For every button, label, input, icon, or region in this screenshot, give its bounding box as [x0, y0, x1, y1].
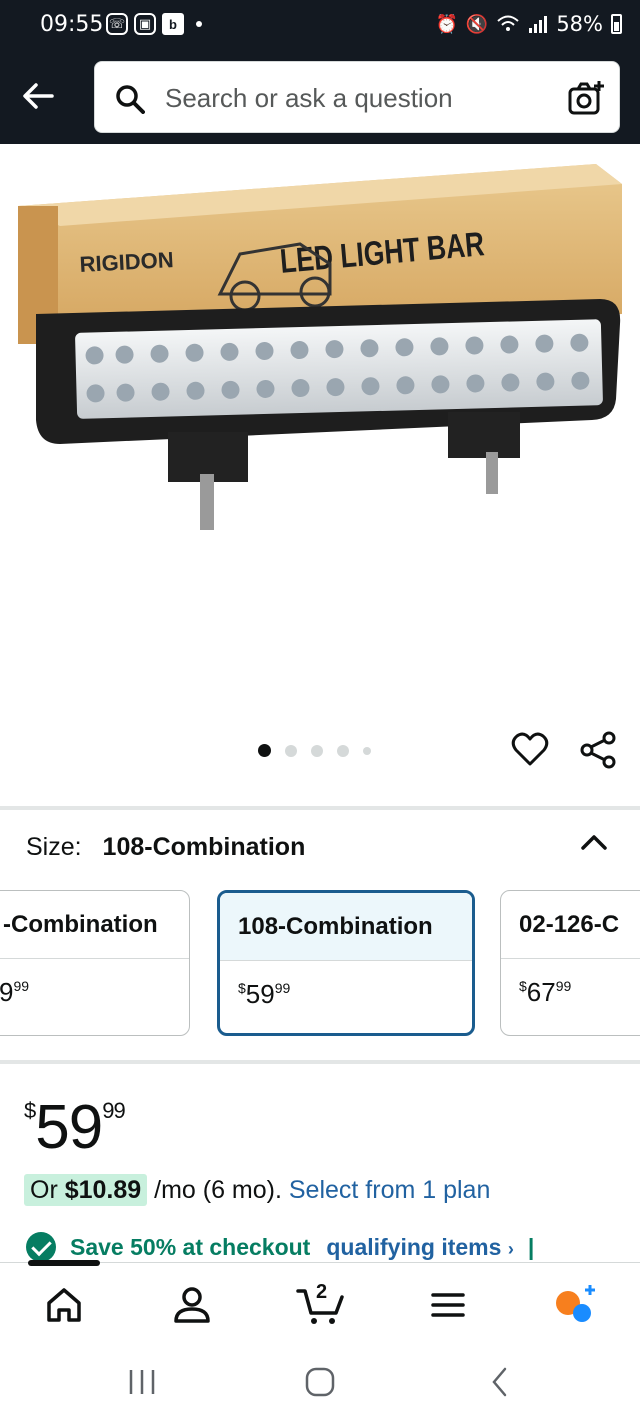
heart-icon[interactable]: [510, 730, 550, 770]
system-back-icon[interactable]: [480, 1364, 520, 1400]
cart-button[interactable]: 2: [296, 1281, 348, 1327]
system-status: ⏰ 🔇 58%: [435, 12, 622, 36]
search-input[interactable]: [165, 80, 545, 116]
battery-percent: 58%: [556, 12, 603, 36]
qualifying-items-link[interactable]: qualifying items ›: [326, 1234, 513, 1261]
carousel-dot[interactable]: [363, 746, 371, 755]
system-nav-bar: [0, 1342, 640, 1422]
coupon-row: Save 50% at checkout qualifying items › …: [26, 1232, 534, 1262]
share-icon[interactable]: [578, 730, 618, 770]
home-icon[interactable]: [42, 1283, 86, 1327]
mute-icon: 🔇: [465, 13, 489, 35]
search-bar[interactable]: [94, 61, 620, 133]
bottom-nav: 2: [0, 1260, 640, 1342]
light-bar-photo: RIGIDON LED LIGHT BAR: [18, 164, 622, 530]
home-button-icon[interactable]: [300, 1364, 340, 1400]
carousel-dot[interactable]: [258, 744, 271, 757]
carousel-dot[interactable]: [285, 744, 297, 757]
phone-icon: ☏: [106, 13, 128, 35]
installment-highlight: Or $10.89: [24, 1174, 148, 1206]
recent-apps-icon[interactable]: [122, 1364, 162, 1400]
divider-bar: |: [527, 1233, 535, 1260]
account-icon[interactable]: [170, 1283, 214, 1327]
product-image[interactable]: RIGIDON LED LIGHT BAR: [0, 144, 640, 784]
cart-count: 2: [316, 1281, 328, 1303]
status-bar: 09:55 ☏ ▣ b ⏰ 🔇 58%: [0, 0, 640, 52]
size-option[interactable]: -Combination 999: [0, 890, 190, 1036]
battery-icon: [611, 14, 622, 34]
alarm-icon: ⏰: [435, 13, 458, 35]
price-currency: $: [24, 1098, 36, 1123]
price-dollars: 59: [35, 1093, 103, 1162]
check-circle-icon: [26, 1232, 56, 1262]
size-option-selected[interactable]: 108-Combination $5999: [217, 890, 475, 1036]
box-brand-text: RIGIDON: [79, 247, 174, 277]
more-notifications-dot: [196, 21, 202, 27]
carousel-dot[interactable]: [337, 744, 349, 757]
size-selected-value: 108-Combination: [102, 833, 306, 861]
b-icon: b: [162, 13, 184, 35]
price: $5999: [24, 1092, 126, 1163]
size-option-name: 108-Combination: [220, 893, 472, 961]
select-plan-link[interactable]: Select from 1 plan: [289, 1176, 491, 1204]
installment-offer: Or $10.89 /mo (6 mo). Select from 1 plan: [24, 1174, 491, 1206]
size-selector-header[interactable]: Size: 108-Combination: [26, 833, 305, 862]
notification-icons: ☏ ▣ b: [106, 13, 202, 35]
image-carousel-dots[interactable]: [258, 744, 371, 757]
price-cents: 99: [102, 1098, 126, 1123]
size-option[interactable]: 02-126-C $6799: [500, 890, 640, 1036]
chevron-up-icon[interactable]: [580, 830, 608, 854]
back-arrow-icon[interactable]: [18, 76, 58, 116]
installment-terms: /mo (6 mo).: [147, 1176, 289, 1204]
size-option-name: -Combination: [0, 891, 189, 959]
status-time: 09:55: [40, 12, 104, 37]
size-option-price: $5999: [238, 979, 291, 1009]
active-tab-indicator: [28, 1260, 100, 1266]
wifi-icon: [497, 15, 519, 31]
menu-icon[interactable]: [426, 1283, 470, 1327]
size-option-name: 02-126-C: [501, 891, 640, 959]
size-option-price: 999: [0, 977, 30, 1007]
carousel-dot[interactable]: [311, 744, 323, 757]
signal-icon: [529, 16, 548, 33]
save-text: Save 50% at checkout: [70, 1233, 311, 1260]
search-icon: [116, 85, 145, 114]
rufus-icon[interactable]: [552, 1283, 596, 1327]
size-label: Size:: [26, 833, 82, 861]
size-option-price: $6799: [519, 977, 572, 1007]
section-divider: [0, 806, 640, 810]
section-divider: [0, 1060, 640, 1064]
gallery-icon: ▣: [134, 13, 156, 35]
search-header: [0, 52, 640, 144]
camera-search-icon[interactable]: [567, 80, 605, 116]
